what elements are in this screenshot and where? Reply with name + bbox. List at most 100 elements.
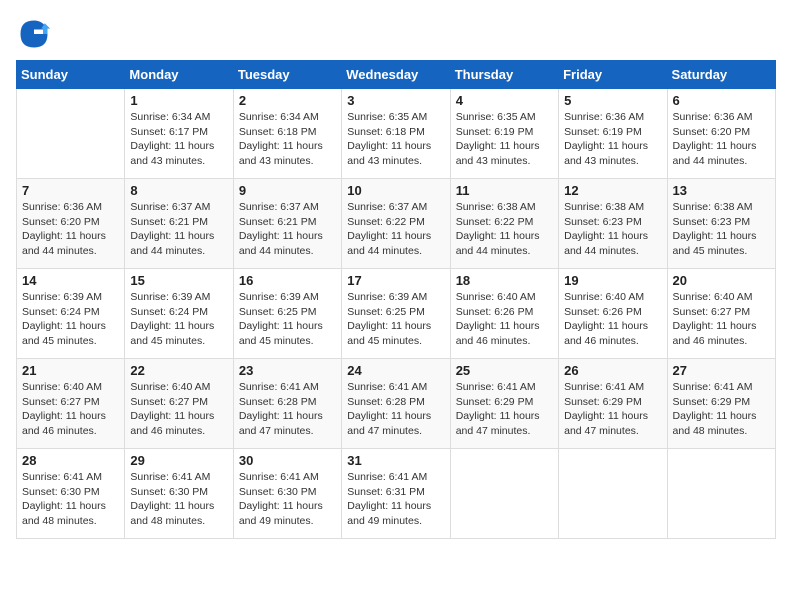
weekday-header-friday: Friday: [559, 61, 667, 89]
weekday-header-tuesday: Tuesday: [233, 61, 341, 89]
day-info: Sunrise: 6:41 AMSunset: 6:30 PMDaylight:…: [22, 470, 119, 529]
calendar-week-3: 14 Sunrise: 6:39 AMSunset: 6:24 PMDayligh…: [17, 269, 776, 359]
calendar-cell: [17, 89, 125, 179]
day-info: Sunrise: 6:35 AMSunset: 6:18 PMDaylight:…: [347, 110, 444, 169]
day-info: Sunrise: 6:39 AMSunset: 6:25 PMDaylight:…: [347, 290, 444, 349]
calendar-cell: 10 Sunrise: 6:37 AMSunset: 6:22 PMDayligh…: [342, 179, 450, 269]
day-number: 12: [564, 183, 661, 198]
calendar-cell: 26 Sunrise: 6:41 AMSunset: 6:29 PMDayligh…: [559, 359, 667, 449]
day-info: Sunrise: 6:36 AMSunset: 6:20 PMDaylight:…: [673, 110, 770, 169]
day-info: Sunrise: 6:39 AMSunset: 6:24 PMDaylight:…: [130, 290, 227, 349]
weekday-header-thursday: Thursday: [450, 61, 558, 89]
day-info: Sunrise: 6:41 AMSunset: 6:28 PMDaylight:…: [347, 380, 444, 439]
calendar-cell: 8Sunrise: 6:37 AMSunset: 6:21 PMDaylight…: [125, 179, 233, 269]
calendar-cell: 4 Sunrise: 6:35 AMSunset: 6:19 PMDaylight…: [450, 89, 558, 179]
day-info: Sunrise: 6:38 AMSunset: 6:22 PMDaylight:…: [456, 200, 553, 259]
calendar-week-5: 28 Sunrise: 6:41 AMSunset: 6:30 PMDayligh…: [17, 449, 776, 539]
calendar-cell: [559, 449, 667, 539]
day-info: Sunrise: 6:41 AMSunset: 6:31 PMDaylight:…: [347, 470, 444, 529]
weekday-header-sunday: Sunday: [17, 61, 125, 89]
logo: [16, 16, 56, 52]
day-number: 28: [22, 453, 119, 468]
day-info: Sunrise: 6:39 AMSunset: 6:25 PMDaylight:…: [239, 290, 336, 349]
calendar-cell: 25 Sunrise: 6:41 AMSunset: 6:29 PMDayligh…: [450, 359, 558, 449]
day-number: 14: [22, 273, 119, 288]
day-info: Sunrise: 6:38 AMSunset: 6:23 PMDaylight:…: [564, 200, 661, 259]
calendar-cell: 28 Sunrise: 6:41 AMSunset: 6:30 PMDayligh…: [17, 449, 125, 539]
calendar-cell: 29Sunrise: 6:41 AMSunset: 6:30 PMDayligh…: [125, 449, 233, 539]
day-number: 31: [347, 453, 444, 468]
day-info: Sunrise: 6:34 AMSunset: 6:17 PMDaylight:…: [130, 110, 227, 169]
day-number: 17: [347, 273, 444, 288]
day-info: Sunrise: 6:40 AMSunset: 6:27 PMDaylight:…: [22, 380, 119, 439]
calendar-cell: 12 Sunrise: 6:38 AMSunset: 6:23 PMDayligh…: [559, 179, 667, 269]
calendar-cell: 6Sunrise: 6:36 AMSunset: 6:20 PMDaylight…: [667, 89, 775, 179]
day-number: 26: [564, 363, 661, 378]
calendar-cell: 24 Sunrise: 6:41 AMSunset: 6:28 PMDayligh…: [342, 359, 450, 449]
calendar-cell: 15 Sunrise: 6:39 AMSunset: 6:24 PMDayligh…: [125, 269, 233, 359]
calendar-cell: 1 Sunrise: 6:34 AMSunset: 6:17 PMDaylight…: [125, 89, 233, 179]
calendar-week-4: 21 Sunrise: 6:40 AMSunset: 6:27 PMDayligh…: [17, 359, 776, 449]
day-number: 13: [673, 183, 770, 198]
calendar-body: 1 Sunrise: 6:34 AMSunset: 6:17 PMDaylight…: [17, 89, 776, 539]
day-number: 30: [239, 453, 336, 468]
day-info: Sunrise: 6:40 AMSunset: 6:27 PMDaylight:…: [130, 380, 227, 439]
calendar-cell: 9Sunrise: 6:37 AMSunset: 6:21 PMDaylight…: [233, 179, 341, 269]
day-info: Sunrise: 6:38 AMSunset: 6:23 PMDaylight:…: [673, 200, 770, 259]
day-info: Sunrise: 6:34 AMSunset: 6:18 PMDaylight:…: [239, 110, 336, 169]
day-info: Sunrise: 6:41 AMSunset: 6:30 PMDaylight:…: [130, 470, 227, 529]
calendar-cell: 5Sunrise: 6:36 AMSunset: 6:19 PMDaylight…: [559, 89, 667, 179]
calendar-cell: 27Sunrise: 6:41 AMSunset: 6:29 PMDayligh…: [667, 359, 775, 449]
day-number: 8: [130, 183, 227, 198]
page-header: [16, 16, 776, 52]
logo-icon: [16, 16, 52, 52]
calendar-cell: [667, 449, 775, 539]
day-info: Sunrise: 6:37 AMSunset: 6:22 PMDaylight:…: [347, 200, 444, 259]
day-info: Sunrise: 6:39 AMSunset: 6:24 PMDaylight:…: [22, 290, 119, 349]
day-number: 27: [673, 363, 770, 378]
day-info: Sunrise: 6:35 AMSunset: 6:19 PMDaylight:…: [456, 110, 553, 169]
day-number: 10: [347, 183, 444, 198]
day-number: 16: [239, 273, 336, 288]
day-info: Sunrise: 6:41 AMSunset: 6:29 PMDaylight:…: [456, 380, 553, 439]
calendar-cell: 14 Sunrise: 6:39 AMSunset: 6:24 PMDayligh…: [17, 269, 125, 359]
day-number: 25: [456, 363, 553, 378]
calendar-cell: 20 Sunrise: 6:40 AMSunset: 6:27 PMDayligh…: [667, 269, 775, 359]
day-number: 19: [564, 273, 661, 288]
calendar-week-1: 1 Sunrise: 6:34 AMSunset: 6:17 PMDaylight…: [17, 89, 776, 179]
day-info: Sunrise: 6:40 AMSunset: 6:26 PMDaylight:…: [456, 290, 553, 349]
day-number: 1: [130, 93, 227, 108]
day-number: 9: [239, 183, 336, 198]
calendar-cell: 21 Sunrise: 6:40 AMSunset: 6:27 PMDayligh…: [17, 359, 125, 449]
calendar-cell: 18 Sunrise: 6:40 AMSunset: 6:26 PMDayligh…: [450, 269, 558, 359]
day-number: 15: [130, 273, 227, 288]
calendar-cell: 17 Sunrise: 6:39 AMSunset: 6:25 PMDayligh…: [342, 269, 450, 359]
calendar-cell: 7Sunrise: 6:36 AMSunset: 6:20 PMDaylight…: [17, 179, 125, 269]
day-number: 7: [22, 183, 119, 198]
day-info: Sunrise: 6:41 AMSunset: 6:30 PMDaylight:…: [239, 470, 336, 529]
day-number: 18: [456, 273, 553, 288]
day-number: 23: [239, 363, 336, 378]
weekday-header-wednesday: Wednesday: [342, 61, 450, 89]
calendar-table: SundayMondayTuesdayWednesdayThursdayFrid…: [16, 60, 776, 539]
calendar-header: SundayMondayTuesdayWednesdayThursdayFrid…: [17, 61, 776, 89]
day-info: Sunrise: 6:40 AMSunset: 6:26 PMDaylight:…: [564, 290, 661, 349]
calendar-cell: 13 Sunrise: 6:38 AMSunset: 6:23 PMDayligh…: [667, 179, 775, 269]
day-number: 4: [456, 93, 553, 108]
calendar-cell: 22Sunrise: 6:40 AMSunset: 6:27 PMDayligh…: [125, 359, 233, 449]
calendar-cell: 2Sunrise: 6:34 AMSunset: 6:18 PMDaylight…: [233, 89, 341, 179]
day-number: 20: [673, 273, 770, 288]
calendar-cell: 19 Sunrise: 6:40 AMSunset: 6:26 PMDayligh…: [559, 269, 667, 359]
day-info: Sunrise: 6:36 AMSunset: 6:19 PMDaylight:…: [564, 110, 661, 169]
day-number: 24: [347, 363, 444, 378]
calendar-week-2: 7Sunrise: 6:36 AMSunset: 6:20 PMDaylight…: [17, 179, 776, 269]
calendar-cell: 11 Sunrise: 6:38 AMSunset: 6:22 PMDayligh…: [450, 179, 558, 269]
weekday-header-saturday: Saturday: [667, 61, 775, 89]
calendar-cell: 23Sunrise: 6:41 AMSunset: 6:28 PMDayligh…: [233, 359, 341, 449]
day-number: 21: [22, 363, 119, 378]
day-info: Sunrise: 6:41 AMSunset: 6:29 PMDaylight:…: [564, 380, 661, 439]
day-number: 3: [347, 93, 444, 108]
day-info: Sunrise: 6:40 AMSunset: 6:27 PMDaylight:…: [673, 290, 770, 349]
day-number: 11: [456, 183, 553, 198]
weekday-row: SundayMondayTuesdayWednesdayThursdayFrid…: [17, 61, 776, 89]
